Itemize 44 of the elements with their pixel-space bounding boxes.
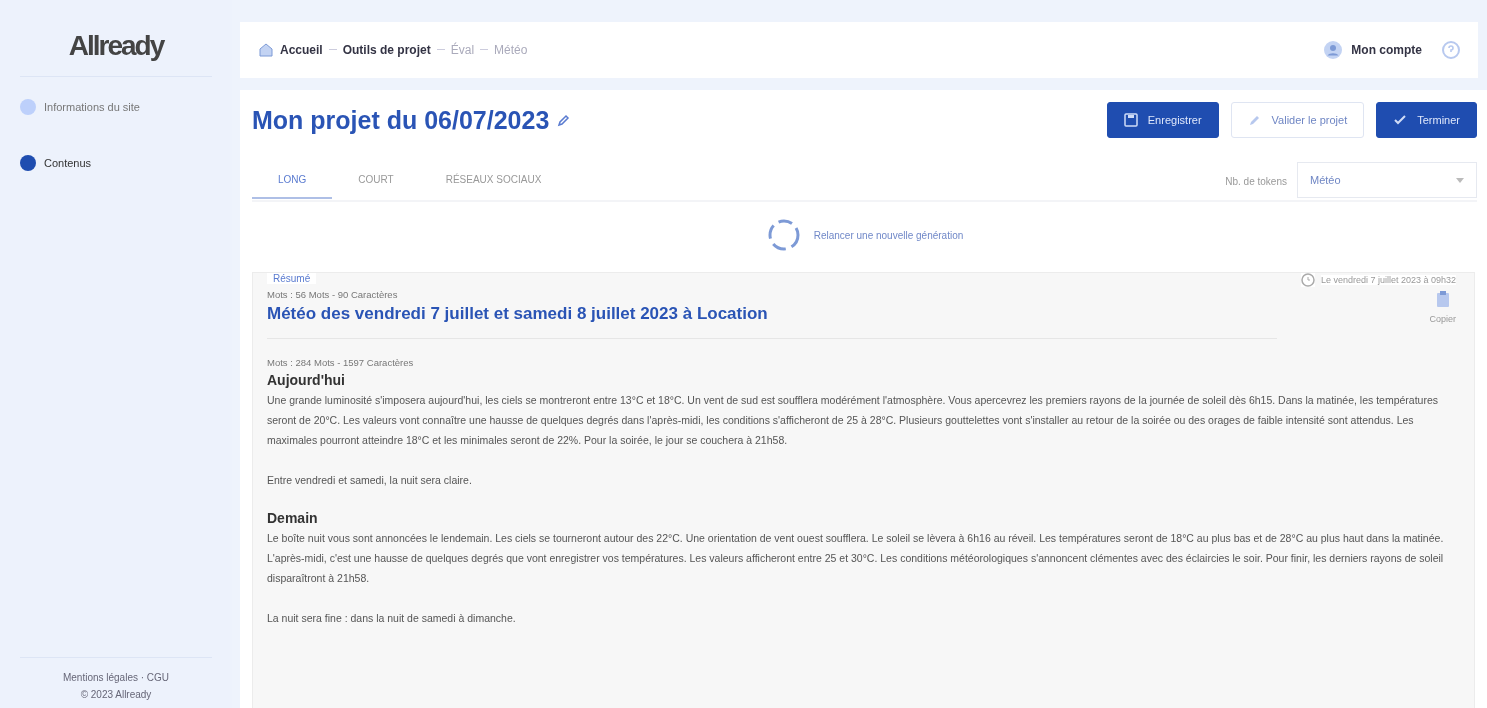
- breadcrumb-link[interactable]: Accueil: [280, 43, 323, 57]
- account-button[interactable]: Mon compte: [1317, 39, 1428, 61]
- breadcrumb-link[interactable]: Outils de projet: [342, 43, 431, 57]
- word-count: Mots : 56 Mots - 90 Caractères: [267, 289, 398, 300]
- save-icon: [1123, 113, 1138, 127]
- caret-icon: [1456, 177, 1464, 183]
- regenerate-button[interactable]: Relancer une nouvelle génération: [759, 216, 970, 254]
- project-title: Mon projet du 06/07/2023: [252, 105, 550, 135]
- tab[interactable]: RÉSEAUX SOCIAUX: [419, 165, 568, 199]
- copy-button[interactable]: Copier: [1423, 289, 1462, 325]
- separator-icon: [480, 49, 489, 51]
- edit-icon[interactable]: [557, 113, 572, 127]
- section-heading: Demain: [267, 510, 319, 526]
- paragraph: Une grande luminosité s'imposera aujourd'hui, les ciels se montreront entre 13°C et 18°C. Un vent de sud est soufflera modérément l'atmosphère. Vous apercevrez les premiers rayons de la journée de soleil dès 6h15. Dans la matinée, les températures seront de 20°C. Les valeurs vont connaître une hausse de quelques degrés dans l'après-midi, les conditions s'afficheront de 25 à 28°C. Plusieurs gouttelettes vont s'installer au retour de la soirée ou des orages de faible intensité sont attendus. Les maximales pourront atteindre 18°C et les minimales seront de 22%. Pour la soirée, le jour se couchera à 21h58.: [267, 393, 1439, 448]
- tab[interactable]: LONG: [252, 165, 333, 199]
- paragraph: Le boîte nuit vous sont annoncées le lendemain. Les ciels se tourneront autour des 22°C. Une orientation de vent ouest soufflera. Le soleil se lèvera à 6h16 au réveil. Les températures seront de 18°C au plus bas et de 28°C au plus haut dans la matinée. L'après-midi, c'est une hausse de quelques degrés que vont enregistrer vos températures. Les valeurs afficheront entre 25 et 30°C. Les conditions météorologiques s'annoncent clémentes avec des éclaircies le soir. Pour finir, les derniers rayons de soleil disparaîtront à 21h58.: [267, 531, 1445, 586]
- copyright: © 2023 Allready: [79, 689, 153, 700]
- result-label: Résumé: [267, 273, 317, 284]
- action-button[interactable]: Valider le projet: [1230, 102, 1365, 138]
- breadcrumb-link[interactable]: Météo: [494, 43, 528, 57]
- edit-icon: [1247, 113, 1262, 127]
- breadcrumb-link[interactable]: Éval: [450, 43, 475, 57]
- home-icon: [258, 42, 274, 58]
- field-label: Nb. de tokens: [1225, 175, 1287, 187]
- separator-icon: [436, 49, 445, 51]
- logo: Allready: [20, 0, 212, 77]
- timestamp: Le vendredi 7 juillet 2023 à 09h32: [1320, 275, 1456, 285]
- user-icon: [1323, 40, 1344, 60]
- step-item[interactable]: Informations du site: [20, 99, 212, 115]
- action-button[interactable]: Enregistrer: [1106, 102, 1219, 138]
- paragraph: Entre vendredi et samedi, la nuit sera claire.: [267, 473, 473, 488]
- step-item[interactable]: Contenus: [20, 155, 212, 171]
- clipboard-icon: [1435, 290, 1450, 308]
- separator-icon: [328, 49, 337, 51]
- action-button[interactable]: Terminer: [1376, 102, 1477, 138]
- footer-links[interactable]: Mentions légales · CGU: [20, 672, 212, 683]
- result-title: Météo des vendredi 7 juillet et samedi 8 juillet 2023 à Location: [267, 304, 1277, 339]
- tone-select[interactable]: Météo: [1297, 162, 1477, 198]
- select-value: Météo: [1310, 174, 1341, 186]
- section-heading: Aujourd'hui: [267, 372, 346, 388]
- paragraph: La nuit sera fine : dans la nuit de samedi à dimanche.: [267, 611, 517, 626]
- tab[interactable]: COURT: [332, 165, 420, 199]
- word-count: Mots : 284 Mots - 1597 Caractères: [267, 357, 414, 368]
- check-icon: [1393, 113, 1408, 127]
